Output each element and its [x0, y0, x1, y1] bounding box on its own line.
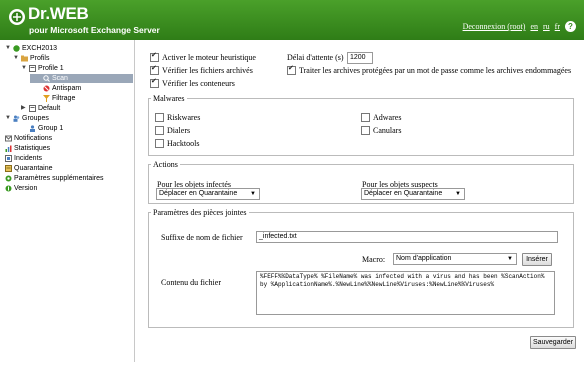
dropdown-arrow-icon: ▼ [250, 191, 256, 197]
canulars-checkbox-row[interactable]: Canulars [361, 126, 401, 135]
save-button[interactable]: Sauvegarder [530, 336, 576, 349]
insert-button[interactable]: Insérer [522, 253, 552, 266]
lang-ru-link[interactable]: ru [543, 22, 550, 31]
version-icon [5, 185, 12, 192]
expand-icon[interactable]: ▶ [21, 104, 27, 113]
suffix-label: Suffixe de nom de fichier [161, 233, 243, 242]
scan-icon [43, 75, 50, 82]
delay-input[interactable]: 1200 [347, 52, 373, 64]
dialers-checkbox-row[interactable]: Dialers [155, 126, 190, 135]
tree-item-exch2013[interactable]: ▼ EXCH2013 [5, 44, 57, 53]
attachments-legend: Paramètres des pièces jointes [153, 208, 247, 217]
tree-item-incidents[interactable]: Incidents [5, 154, 42, 163]
content-label: Contenu du fichier [161, 278, 221, 287]
expand-icon[interactable]: ▼ [21, 64, 27, 73]
statistics-icon [5, 145, 12, 152]
header-links: Deconnexion (root) en ru fr ? [463, 21, 576, 32]
server-icon [13, 45, 20, 52]
expand-icon[interactable]: ▼ [5, 114, 11, 123]
help-icon[interactable]: ? [565, 21, 576, 32]
hacktools-checkbox-row[interactable]: Hacktools [155, 139, 199, 148]
malwares-legend: Malwares [153, 94, 185, 103]
users-icon [13, 115, 20, 122]
protected-archives-checkbox[interactable] [287, 64, 296, 75]
delay-label: Délai d'attente (s) [287, 53, 344, 62]
expand-icon[interactable]: ▼ [5, 44, 11, 53]
protected-archives-checkbox-row[interactable]: Traiter les archives protégées par un mo… [287, 64, 571, 75]
tree-item-profile-1[interactable]: ▼ Profile 1 [21, 64, 64, 73]
notification-icon [5, 135, 12, 142]
archives-checkbox[interactable] [150, 64, 159, 75]
app-title: Dr.WEB [28, 4, 89, 23]
suffix-input[interactable]: _infected.txt [256, 231, 558, 243]
settings-icon [5, 175, 12, 182]
app-header: Dr.WEB pour Microsoft Exchange Server De… [0, 0, 584, 40]
tree-item-quarantaine[interactable]: Quarantaine [5, 164, 53, 173]
quarantine-icon [5, 165, 12, 172]
adwares-checkbox-row[interactable]: Adwares [361, 113, 401, 122]
dropdown-arrow-icon: ▼ [507, 256, 513, 262]
containers-checkbox-row[interactable]: Vérifier les conteneurs [150, 77, 235, 88]
lang-en-link[interactable]: en [530, 22, 538, 31]
infected-action-select[interactable]: Déplacer en Quarantaine ▼ [156, 188, 260, 200]
profile-icon [29, 65, 36, 72]
macro-select[interactable]: Nom d'application ▼ [393, 253, 517, 265]
macro-label: Macro: [362, 255, 386, 264]
filter-icon [43, 95, 50, 102]
actions-legend: Actions [153, 160, 178, 169]
folder-icon [21, 55, 28, 62]
suspect-action-select[interactable]: Déplacer en Quarantaine ▼ [361, 188, 465, 200]
adwares-checkbox[interactable] [361, 113, 370, 122]
drweb-logo-icon [9, 9, 25, 25]
heuristic-checkbox-row[interactable]: Activer le moteur heuristique [150, 51, 256, 62]
hacktools-checkbox[interactable] [155, 139, 164, 148]
tree-item-statistiques[interactable]: Statistiques [5, 144, 50, 153]
antispam-icon [43, 85, 50, 92]
heuristic-checkbox[interactable] [150, 51, 159, 62]
navigation-tree: ▼ EXCH2013 ▼ Profils ▼ Profile 1 Scan An… [0, 40, 135, 362]
tree-item-groupes[interactable]: ▼ Groupes [5, 114, 49, 123]
app-subtitle: pour Microsoft Exchange Server [29, 25, 160, 35]
group-icon [30, 125, 35, 132]
riskwares-checkbox[interactable] [155, 113, 164, 122]
tree-item-default[interactable]: ▶ Default [21, 104, 60, 113]
tree-item-version[interactable]: Version [5, 184, 37, 193]
tree-item-scan[interactable]: Scan [30, 74, 133, 83]
riskwares-checkbox-row[interactable]: Riskwares [155, 113, 200, 122]
dropdown-arrow-icon: ▼ [455, 191, 461, 197]
tree-item-notifications[interactable]: Notifications [5, 134, 52, 143]
malwares-fieldset: Malwares [148, 94, 574, 156]
tree-item-profils[interactable]: ▼ Profils [13, 54, 49, 63]
incidents-icon [5, 155, 12, 162]
tree-item-parametres-supplementaires[interactable]: Paramètres supplémentaires [5, 174, 104, 183]
lang-fr-link[interactable]: fr [555, 22, 560, 31]
containers-checkbox[interactable] [150, 77, 159, 88]
tree-item-antispam[interactable]: Antispam [43, 84, 81, 93]
profile-icon [29, 105, 36, 112]
canulars-checkbox[interactable] [361, 126, 370, 135]
expand-icon[interactable]: ▼ [13, 54, 19, 63]
archives-checkbox-row[interactable]: Vérifier les fichiers archivés [150, 64, 253, 75]
logout-link[interactable]: Deconnexion (root) [463, 22, 526, 31]
content-textarea[interactable]: %FEFF%%DataType% %FileName% was infected… [256, 271, 555, 315]
tree-item-group-1[interactable]: Group 1 [29, 124, 63, 133]
tree-item-filtrage[interactable]: Filtrage [43, 94, 75, 103]
dialers-checkbox[interactable] [155, 126, 164, 135]
